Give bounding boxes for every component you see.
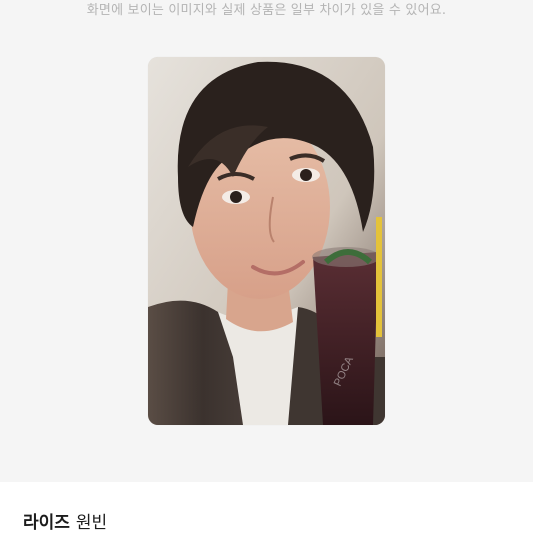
section-divider: [0, 482, 533, 483]
product-page: 화면에 보이는 이미지와 실제 상품은 일부 차이가 있을 수 있어요. POC…: [0, 0, 533, 533]
product-title: 라이즈 원빈: [23, 510, 107, 533]
product-name: 원빈: [75, 513, 108, 533]
image-disclaimer: 화면에 보이는 이미지와 실제 상품은 일부 차이가 있을 수 있어요.: [86, 3, 447, 18]
product-brand: 라이즈: [23, 513, 70, 533]
product-image-gallery[interactable]: 화면에 보이는 이미지와 실제 상품은 일부 차이가 있을 수 있어요. POC…: [0, 0, 533, 482]
photocard-image[interactable]: POCA: [148, 57, 385, 425]
photocard-illustration: POCA: [148, 57, 385, 425]
